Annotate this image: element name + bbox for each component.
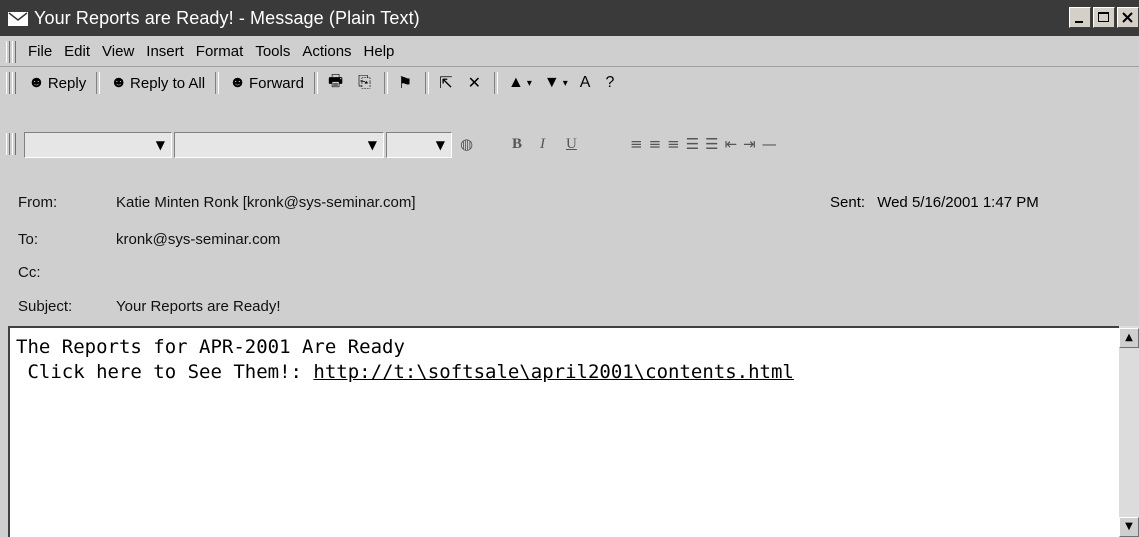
toolbar-grip[interactable] xyxy=(12,72,16,94)
toolbar-separator xyxy=(96,72,101,94)
reply-all-button[interactable]: ☻ Reply to All xyxy=(104,70,211,96)
toolbar-separator xyxy=(313,72,318,94)
window-title: Your Reports are Ready! - Message (Plain… xyxy=(34,7,420,28)
body-line-2-prefix: Click here to See Them!: xyxy=(16,361,314,383)
delete-icon: ✕ xyxy=(467,75,482,92)
address-book-icon: A xyxy=(579,74,591,91)
subject-value: Your Reports are Ready! xyxy=(116,298,281,315)
standard-toolbar: ☻ Reply ☻ Reply to All ☻ Forward 🖶 ⎘ ⚑ ⇱… xyxy=(0,68,1139,98)
forward-icon: ☻ xyxy=(229,74,246,91)
menu-actions[interactable]: Actions xyxy=(296,43,357,60)
menu-format[interactable]: Format xyxy=(190,43,250,60)
forward-button[interactable]: ☻ Forward xyxy=(223,70,310,96)
message-body[interactable]: The Reports for APR-2001 Are Ready Click… xyxy=(8,326,1139,537)
menu-edit[interactable]: Edit xyxy=(58,43,96,60)
alignment-buttons[interactable]: ≡≡≡☰☰⇤⇥— xyxy=(630,131,783,157)
dropdown-arrow-icon: ▾ xyxy=(526,77,532,89)
chevron-down-icon: ▼ xyxy=(435,138,445,152)
font-select[interactable]: ▼ xyxy=(174,132,384,158)
to-label: To: xyxy=(18,231,39,248)
toolbar-grip[interactable] xyxy=(6,72,10,94)
menu-help[interactable]: Help xyxy=(358,43,401,60)
move-to-folder-button[interactable]: ⇱ xyxy=(433,70,461,96)
toolbar-grip[interactable] xyxy=(6,40,10,63)
bold-button[interactable]: B xyxy=(512,131,522,157)
menu-bar: File Edit View Insert Format Tools Actio… xyxy=(0,37,1139,67)
font-size-select[interactable]: ▼ xyxy=(386,132,452,158)
envelope-icon xyxy=(8,11,28,26)
underline-button[interactable]: U xyxy=(566,131,577,157)
style-select[interactable]: ▼ xyxy=(24,132,172,158)
chevron-down-icon: ▼ xyxy=(155,138,165,152)
to-value[interactable]: kronk@sys-seminar.com xyxy=(116,231,280,248)
next-item-button[interactable]: ▼ ▾ xyxy=(538,70,574,96)
subject-label: Subject: xyxy=(18,298,73,315)
print-button[interactable]: 🖶 xyxy=(322,70,352,96)
toolbar-separator xyxy=(215,72,220,94)
sent-label: Sent: xyxy=(830,194,866,211)
menu-file[interactable]: File xyxy=(22,43,58,60)
reply-label: Reply xyxy=(47,74,87,92)
previous-item-button[interactable]: ▲ ▾ xyxy=(502,70,538,96)
menu-tools[interactable]: Tools xyxy=(249,43,296,60)
sent-row: Sent: Wed 5/16/2001 1:47 PM xyxy=(830,194,1039,211)
forward-label: Forward xyxy=(248,74,304,92)
align-icons: ≡≡≡☰☰⇤⇥— xyxy=(630,135,783,153)
toolbar-separator xyxy=(494,72,499,94)
scroll-up-button[interactable]: ▲ xyxy=(1119,328,1139,348)
maximize-button[interactable] xyxy=(1093,7,1115,28)
menu-view[interactable]: View xyxy=(96,43,140,60)
font-color-button[interactable]: ◍ xyxy=(460,131,473,157)
down-arrow-icon: ▼ xyxy=(543,74,560,91)
reply-all-icon: ☻ xyxy=(110,74,128,91)
toolbar-separator xyxy=(425,72,430,94)
flag-button[interactable]: ⚑ xyxy=(392,70,421,96)
italic-button[interactable]: I xyxy=(540,131,545,157)
toolbar-grip[interactable] xyxy=(12,40,16,63)
close-button[interactable] xyxy=(1117,7,1139,28)
address-book-button[interactable]: A xyxy=(574,70,600,96)
vertical-scrollbar[interactable]: ▲ ▼ xyxy=(1119,326,1139,537)
minimize-button[interactable] xyxy=(1069,7,1091,28)
move-to-folder-icon: ⇱ xyxy=(439,75,453,92)
menu-insert[interactable]: Insert xyxy=(140,43,190,60)
dropdown-arrow-icon: ▾ xyxy=(562,77,568,89)
delete-button[interactable]: ✕ xyxy=(462,70,490,96)
toolbar-grip[interactable] xyxy=(6,133,10,155)
flag-icon: ⚑ xyxy=(397,75,413,92)
copy-button[interactable]: ⎘ xyxy=(352,70,380,96)
sent-value: Wed 5/16/2001 1:47 PM xyxy=(877,194,1039,211)
help-icon: ? xyxy=(605,74,615,91)
from-value[interactable]: Katie Minten Ronk [kronk@sys-seminar.com… xyxy=(116,194,416,211)
print-icon: 🖶 xyxy=(327,72,344,90)
reply-button[interactable]: ☻ Reply xyxy=(22,70,92,96)
copy-icon: ⎘ xyxy=(358,74,371,91)
from-label: From: xyxy=(18,194,58,211)
reply-icon: ☻ xyxy=(28,74,45,91)
message-window: Your Reports are Ready! - Message (Plain… xyxy=(0,0,1139,537)
font-color-icon: ◍ xyxy=(460,135,474,153)
toolbar-grip[interactable] xyxy=(12,133,16,155)
reply-all-label: Reply to All xyxy=(130,74,206,92)
toolbar-separator xyxy=(383,72,388,94)
up-arrow-icon: ▲ xyxy=(1125,332,1133,343)
title-bar: Your Reports are Ready! - Message (Plain… xyxy=(0,0,1139,36)
up-arrow-icon: ▲ xyxy=(508,74,524,91)
chevron-down-icon: ▼ xyxy=(367,138,377,152)
report-link[interactable]: http://t:\softsale\april2001\contents.ht… xyxy=(313,361,793,383)
down-arrow-icon: ▼ xyxy=(1125,521,1133,532)
help-button[interactable]: ? xyxy=(599,70,623,96)
scroll-down-button[interactable]: ▼ xyxy=(1119,517,1139,537)
cc-label: Cc: xyxy=(18,264,41,281)
body-line-1: The Reports for APR-2001 Are Ready xyxy=(16,336,405,358)
